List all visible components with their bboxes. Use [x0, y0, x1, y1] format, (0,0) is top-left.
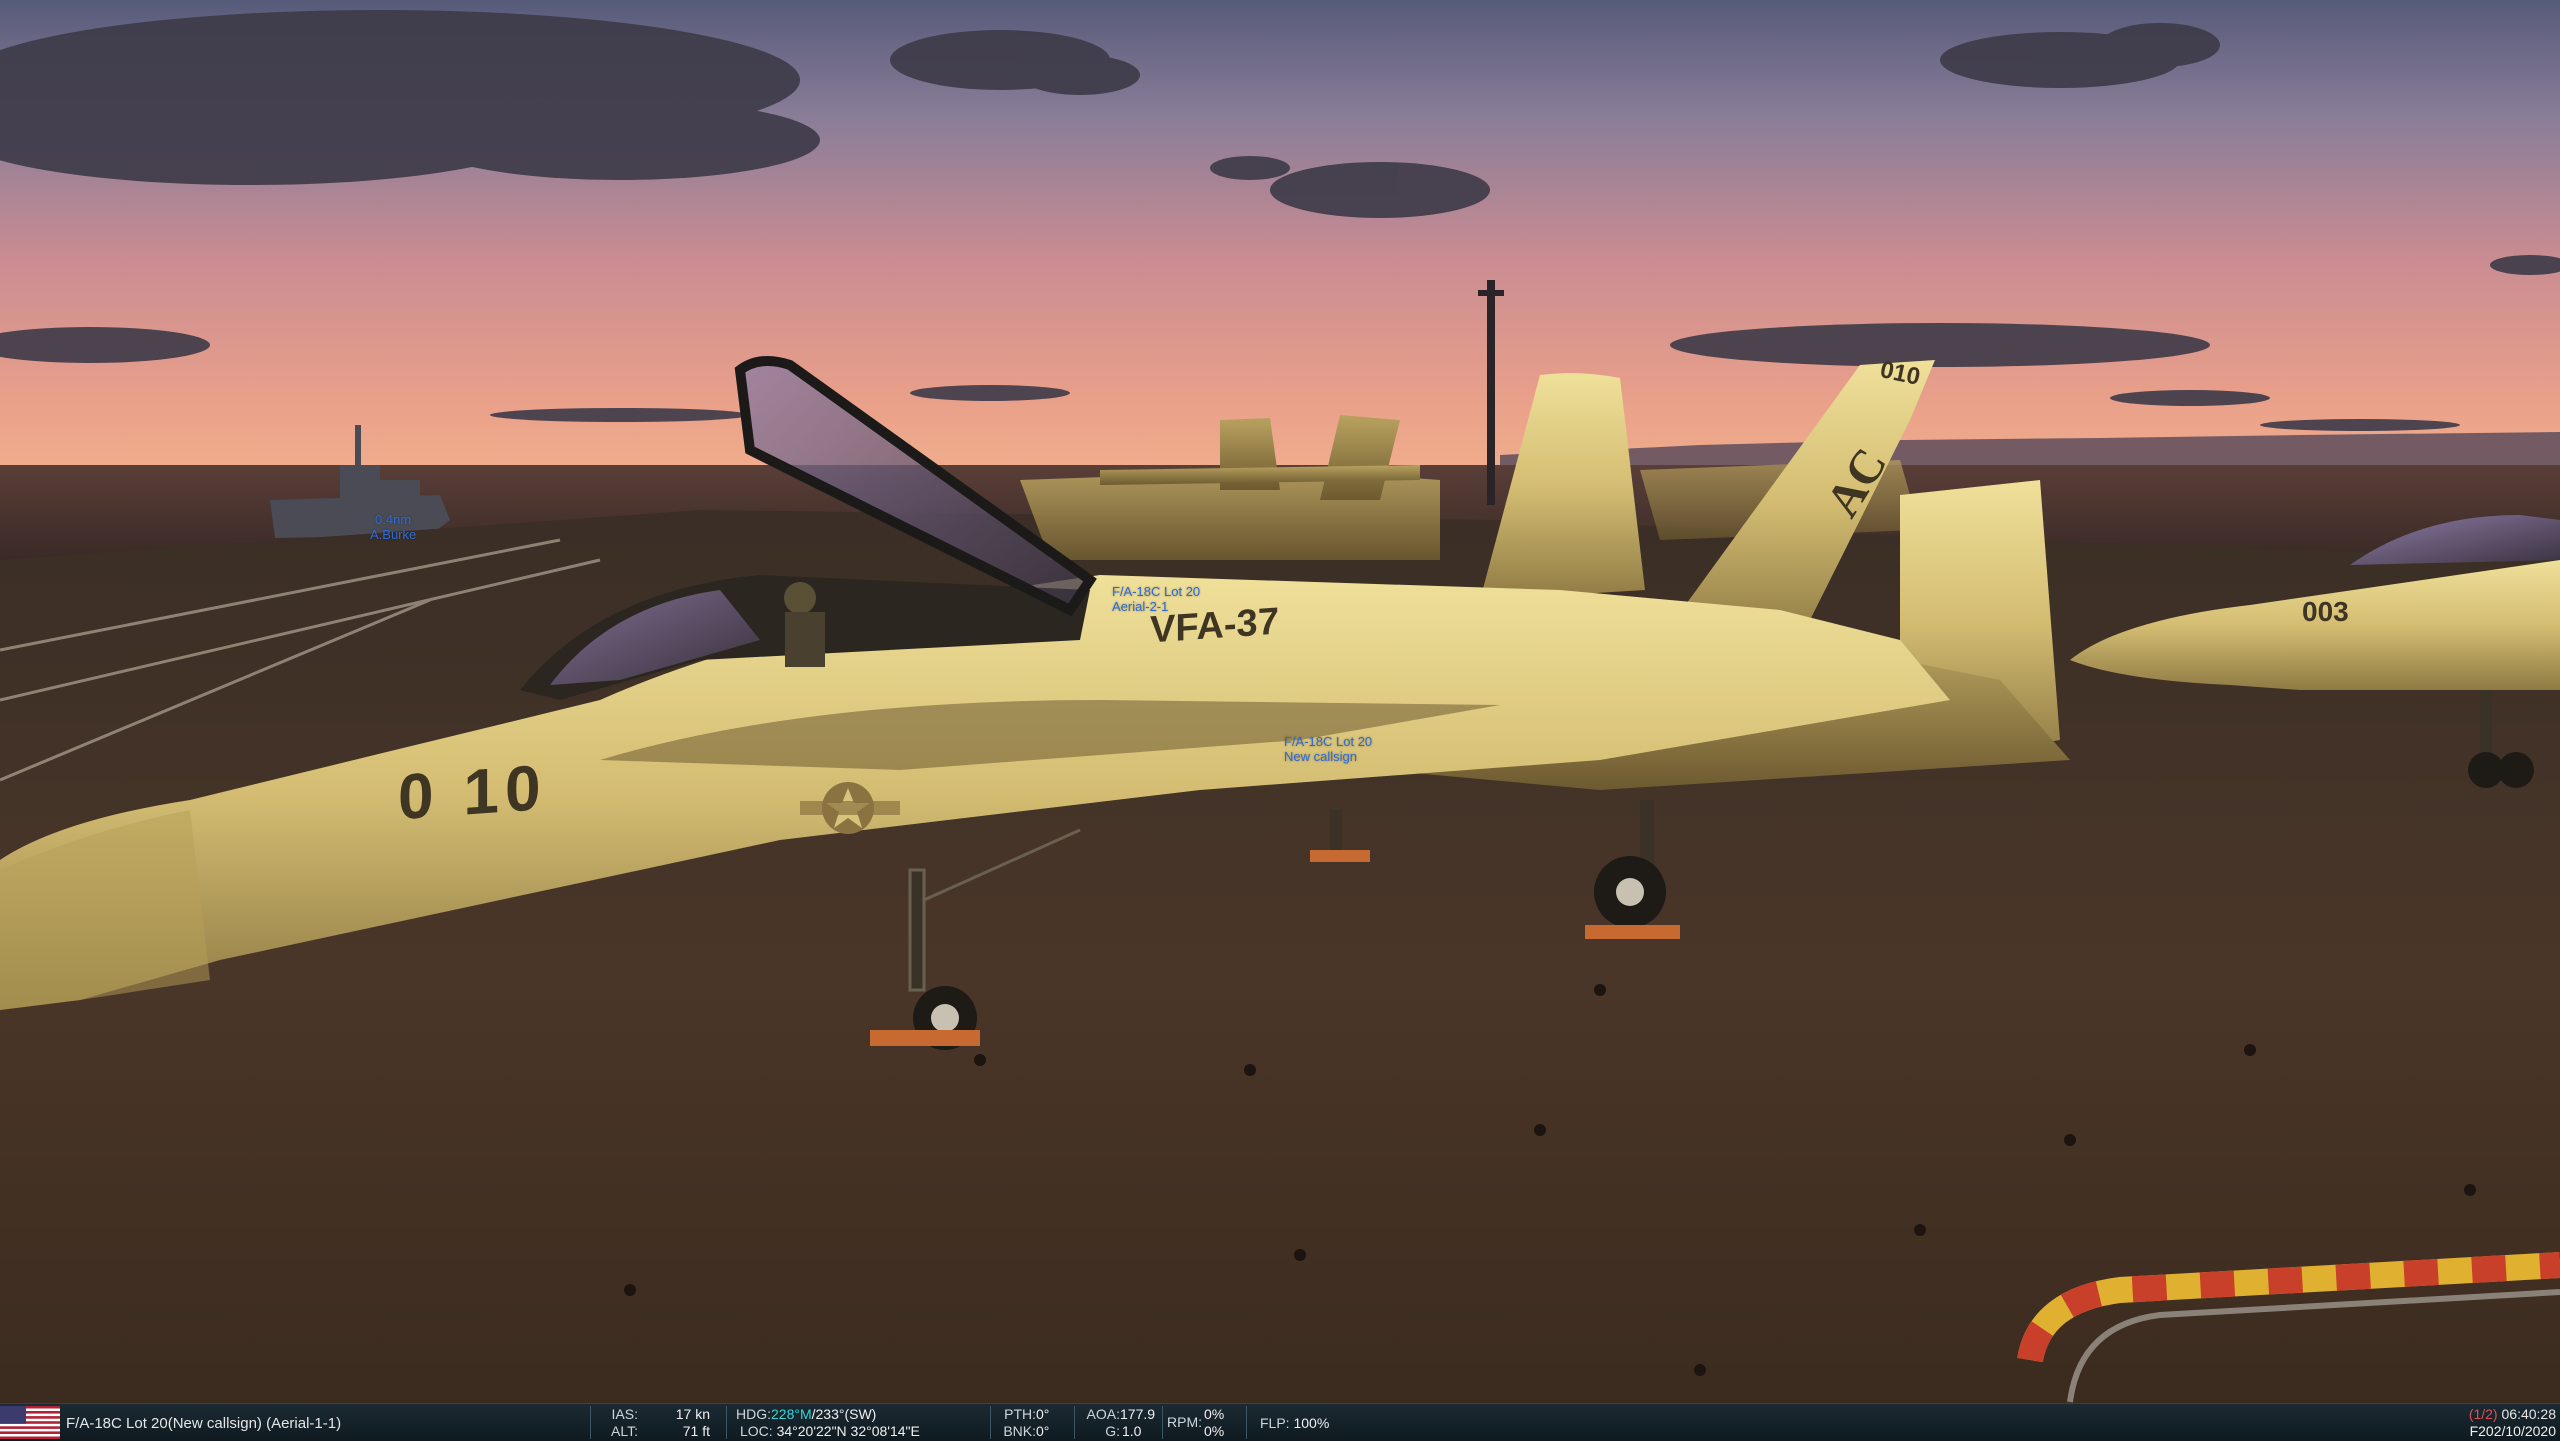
g-label: G: [1105, 1423, 1120, 1439]
separator [990, 1406, 991, 1439]
pth-value: 0° [1036, 1406, 1050, 1422]
heading-readout: HDG:228°M/233°(SW) [736, 1406, 876, 1422]
mission-time: 06:40:28 [2501, 1406, 2557, 1422]
aoa-label: AOA: [1086, 1406, 1120, 1422]
mission-date: F202/10/2020 [2469, 1423, 2556, 1439]
rpm-value-right: 0% [1204, 1423, 1225, 1439]
ship-label: 0.4nm A.Burke [370, 512, 416, 542]
game-viewport[interactable]: 0 10 VFA-37 010 AC 003 0.4nm A.Burke F/A… [0, 0, 2560, 1440]
ias-label: IAS: [611, 1406, 638, 1422]
separator [726, 1406, 727, 1439]
carrier-deck-scene [0, 0, 2560, 1440]
alt-label: ALT: [611, 1423, 638, 1439]
ias-value: 17 kn [675, 1406, 710, 1422]
jet-modex-right: 003 [2302, 596, 2349, 627]
flaps-readout: FLP: 100% [1260, 1415, 1329, 1431]
pth-label: PTH: [1004, 1406, 1036, 1422]
bnk-label: BNK: [1003, 1423, 1036, 1439]
separator [1162, 1406, 1163, 1439]
jet-label-near-callsign: New callsign [1284, 749, 1357, 764]
alt-value: 71 ft [682, 1423, 710, 1439]
hdg-magnetic: 228°M [771, 1406, 812, 1422]
loc-label: LOC: [740, 1423, 773, 1439]
jet-label-far-callsign: Aerial-2-1 [1112, 599, 1169, 614]
time-readout: (1/2) 06:40:28 [2469, 1406, 2556, 1422]
separator [590, 1406, 591, 1439]
location-readout: LOC: 34°20'22"N 32°08'14"E [740, 1423, 920, 1439]
rpm-label: RPM: [1167, 1414, 1202, 1430]
page-indicator[interactable]: (1/2) [2469, 1406, 2498, 1422]
g-value: 1.0 [1122, 1423, 1142, 1439]
ship-label-range: 0.4nm [375, 512, 412, 527]
jet-label-near: F/A-18C Lot 20 New callsign [1284, 734, 1372, 764]
separator [1074, 1406, 1075, 1439]
jet-label-near-type: F/A-18C Lot 20 [1284, 734, 1373, 749]
ship-label-name: A.Burke [370, 527, 417, 542]
hdg-label: HDG: [736, 1406, 771, 1422]
jet-modex-main: 0 10 [398, 750, 547, 834]
flp-label: FLP: [1260, 1415, 1290, 1431]
rpm-value-left: 0% [1204, 1406, 1225, 1422]
loc-value: 34°20'22"N 32°08'14"E [776, 1423, 920, 1439]
status-bar: F/A-18C Lot 20(New callsign) (Aerial-1-1… [0, 1403, 2560, 1441]
bnk-value: 0° [1036, 1423, 1050, 1439]
usa-flag-icon [0, 1406, 60, 1439]
aoa-value: 177.9 [1120, 1406, 1156, 1422]
jet-label-far: F/A-18C Lot 20 Aerial-2-1 [1112, 584, 1200, 614]
unit-name: F/A-18C Lot 20(New callsign) (Aerial-1-1… [66, 1415, 342, 1432]
jet-label-far-type: F/A-18C Lot 20 [1112, 584, 1201, 599]
flp-value: 100% [1293, 1415, 1330, 1431]
separator [1246, 1406, 1247, 1439]
hdg-true: /233°(SW) [811, 1406, 877, 1422]
